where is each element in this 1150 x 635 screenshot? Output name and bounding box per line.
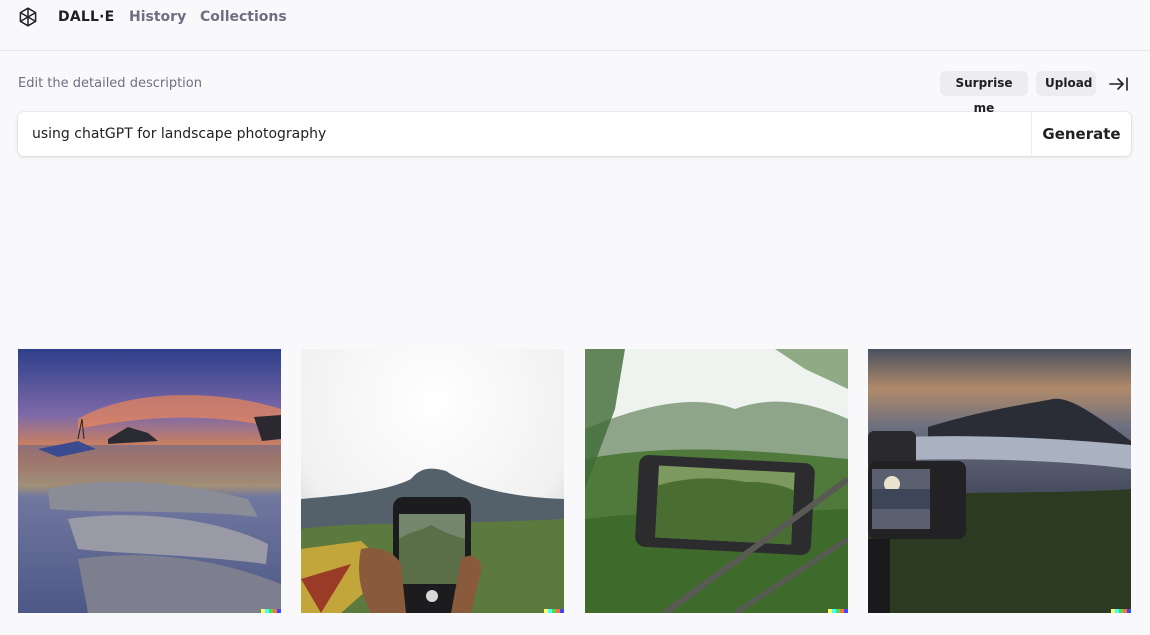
nav-brand-dalle[interactable]: DALL·E [58,8,114,26]
signature-stripe [828,609,848,613]
result-image-2[interactable] [301,349,564,613]
phone-volcano-image [868,349,1131,613]
edit-description-label: Edit the detailed description [18,76,202,91]
phone-mountain-image [301,349,564,613]
phone-valley-image [585,349,848,613]
prompt-box: Generate [18,112,1131,156]
result-image-4[interactable] [868,349,1131,613]
prompt-input[interactable] [32,123,1022,145]
result-image-3[interactable] [585,349,848,613]
sunset-seascape-image [18,349,281,613]
collapse-to-right-icon[interactable] [1108,74,1130,94]
upload-button[interactable]: Upload [1036,71,1096,96]
generate-button[interactable]: Generate [1032,112,1131,156]
surprise-me-button[interactable]: Surprise me [940,71,1028,115]
result-image-1[interactable] [18,349,281,613]
signature-stripe [1111,609,1131,613]
openai-logo-icon[interactable] [16,5,40,29]
signature-stripe [544,609,564,613]
signature-stripe [261,609,281,613]
nav-history[interactable]: History [129,8,186,26]
nav-collections[interactable]: Collections [200,8,287,26]
top-bar: DALL·E History Collections [0,0,1150,51]
